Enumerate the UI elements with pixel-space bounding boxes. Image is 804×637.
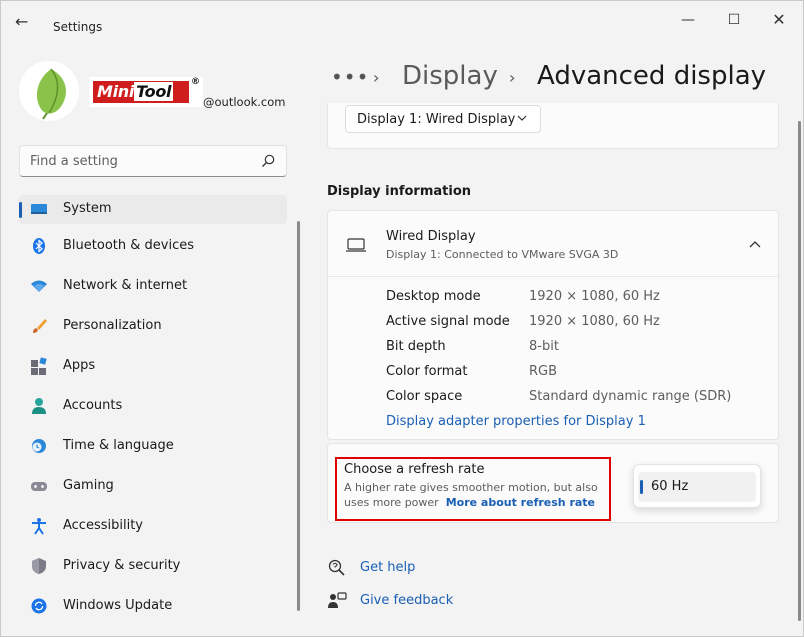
shield-icon [32, 558, 46, 574]
brush-icon [33, 319, 47, 333]
sidebar-item-accounts[interactable]: Accounts [19, 395, 287, 435]
refresh-rate-description: A higher rate gives smoother motion, but… [344, 480, 604, 510]
active-indicator [19, 202, 22, 218]
back-arrow-icon[interactable]: ← [15, 13, 35, 33]
sidebar-item-label: Accessibility [63, 518, 143, 533]
sidebar-item-network[interactable]: Network & internet [19, 275, 287, 315]
settings-window: ← Settings — ☐ ✕ Mini Tool ® @outlook.com [0, 0, 804, 637]
search-box[interactable] [19, 145, 287, 177]
chevron-down-icon [517, 115, 527, 121]
sidebar-item-label: Apps [63, 358, 96, 373]
selected-indicator [640, 480, 643, 494]
display-select-dropdown[interactable]: Display 1: Wired Display [345, 105, 541, 133]
apps-icon [31, 357, 47, 375]
help-icon [328, 559, 345, 576]
sidebar-item-label: Bluetooth & devices [63, 238, 194, 253]
sidebar-scrollbar[interactable] [297, 221, 300, 611]
refresh-rate-value: 60 Hz [651, 479, 689, 494]
sidebar-item-label: Network & internet [63, 278, 188, 293]
sidebar-item-privacy-security[interactable]: Privacy & security [19, 555, 287, 595]
search-icon[interactable] [260, 153, 276, 169]
info-value: Standard dynamic range (SDR) [529, 389, 732, 404]
give-feedback-link[interactable]: Give feedback [360, 593, 453, 608]
info-value: 8-bit [529, 339, 559, 354]
get-help-link[interactable]: Get help [360, 560, 415, 575]
person-icon [32, 398, 46, 414]
wifi-icon [31, 280, 47, 292]
sidebar-item-label: Privacy & security [63, 558, 181, 573]
refresh-rate-dropdown[interactable]: 60 Hz [633, 464, 761, 508]
info-key: Active signal mode [386, 314, 510, 329]
sidebar-item-personalization[interactable]: Personalization [19, 315, 287, 355]
sidebar-item-bluetooth[interactable]: Bluetooth & devices [19, 235, 287, 275]
app-title: Settings [53, 20, 103, 34]
update-icon [31, 598, 47, 614]
monitor-icon [346, 238, 366, 252]
display-info-card: Wired Display Display 1: Connected to VM… [327, 210, 779, 440]
feedback-icon [328, 592, 347, 608]
search-input[interactable] [30, 152, 250, 170]
display-name: Wired Display [386, 229, 476, 244]
close-button[interactable]: ✕ [764, 9, 794, 31]
leaf-avatar-icon [36, 68, 66, 120]
sidebar-item-label: Accounts [63, 398, 123, 413]
page-title: Advanced display [537, 61, 767, 91]
clock-globe-icon [32, 439, 46, 453]
sidebar-item-apps[interactable]: Apps [19, 355, 287, 395]
breadcrumb-display-link[interactable]: Display [402, 61, 498, 91]
section-title: Display information [327, 184, 472, 199]
logo-registered-mark: ® [191, 77, 200, 87]
sidebar-item-gaming[interactable]: Gaming [19, 475, 287, 515]
info-key: Color format [386, 364, 468, 379]
content-scrollbar[interactable] [798, 121, 801, 621]
maximize-button[interactable]: ☐ [719, 9, 749, 31]
chevron-right-icon: › [373, 68, 380, 87]
refresh-rate-option[interactable]: 60 Hz [638, 472, 756, 502]
info-value: 1920 × 1080, 60 Hz [529, 289, 660, 304]
title-bar: ← Settings — ☐ ✕ [1, 1, 803, 41]
sidebar-item-accessibility[interactable]: Accessibility [19, 515, 287, 555]
info-key: Color space [386, 389, 463, 404]
minimize-button[interactable]: — [673, 9, 703, 31]
chevron-right-icon: › [509, 68, 516, 87]
display-subtitle: Display 1: Connected to VMware SVGA 3D [386, 248, 619, 261]
display-select-value: Display 1: Wired Display [357, 112, 516, 127]
info-value: RGB [529, 364, 558, 379]
info-key: Bit depth [386, 339, 446, 354]
sidebar-item-label: Time & language [63, 438, 174, 453]
breadcrumb-more-button[interactable]: ••• [331, 65, 369, 89]
avatar[interactable] [19, 61, 79, 121]
sidebar-item-label: Windows Update [63, 598, 173, 613]
account-email: @outlook.com [203, 95, 286, 109]
display-adapter-properties-link[interactable]: Display adapter properties for Display 1 [386, 414, 646, 429]
accessibility-icon [32, 518, 46, 535]
chevron-up-icon[interactable] [748, 239, 762, 249]
system-icon [31, 204, 47, 214]
logo-word-tool: Tool [134, 82, 174, 101]
gamepad-icon [31, 482, 47, 491]
logo-wordmark: Mini Tool [97, 82, 174, 101]
sidebar-item-label: Gaming [63, 478, 114, 493]
sidebar-item-time-language[interactable]: Time & language [19, 435, 287, 475]
logo-word-mini: Mini [97, 82, 135, 101]
more-about-refresh-rate-link[interactable]: More about refresh rate [446, 496, 595, 509]
sidebar-nav: System Bluetooth & devices Network & int… [19, 195, 287, 635]
sidebar-item-system[interactable]: System [19, 195, 287, 224]
refresh-rate-title: Choose a refresh rate [344, 462, 485, 477]
info-value: 1920 × 1080, 60 Hz [529, 314, 660, 329]
minitool-logo: Mini Tool ® [89, 77, 203, 107]
bluetooth-icon [33, 238, 45, 254]
display-info-header[interactable]: Wired Display Display 1: Connected to VM… [328, 211, 778, 277]
sidebar-item-windows-update[interactable]: Windows Update [19, 595, 287, 635]
sidebar-item-label: Personalization [63, 318, 162, 333]
sidebar-item-label: System [63, 201, 112, 216]
display-select-card: Display 1: Wired Display [327, 103, 779, 149]
info-key: Desktop mode [386, 289, 481, 304]
